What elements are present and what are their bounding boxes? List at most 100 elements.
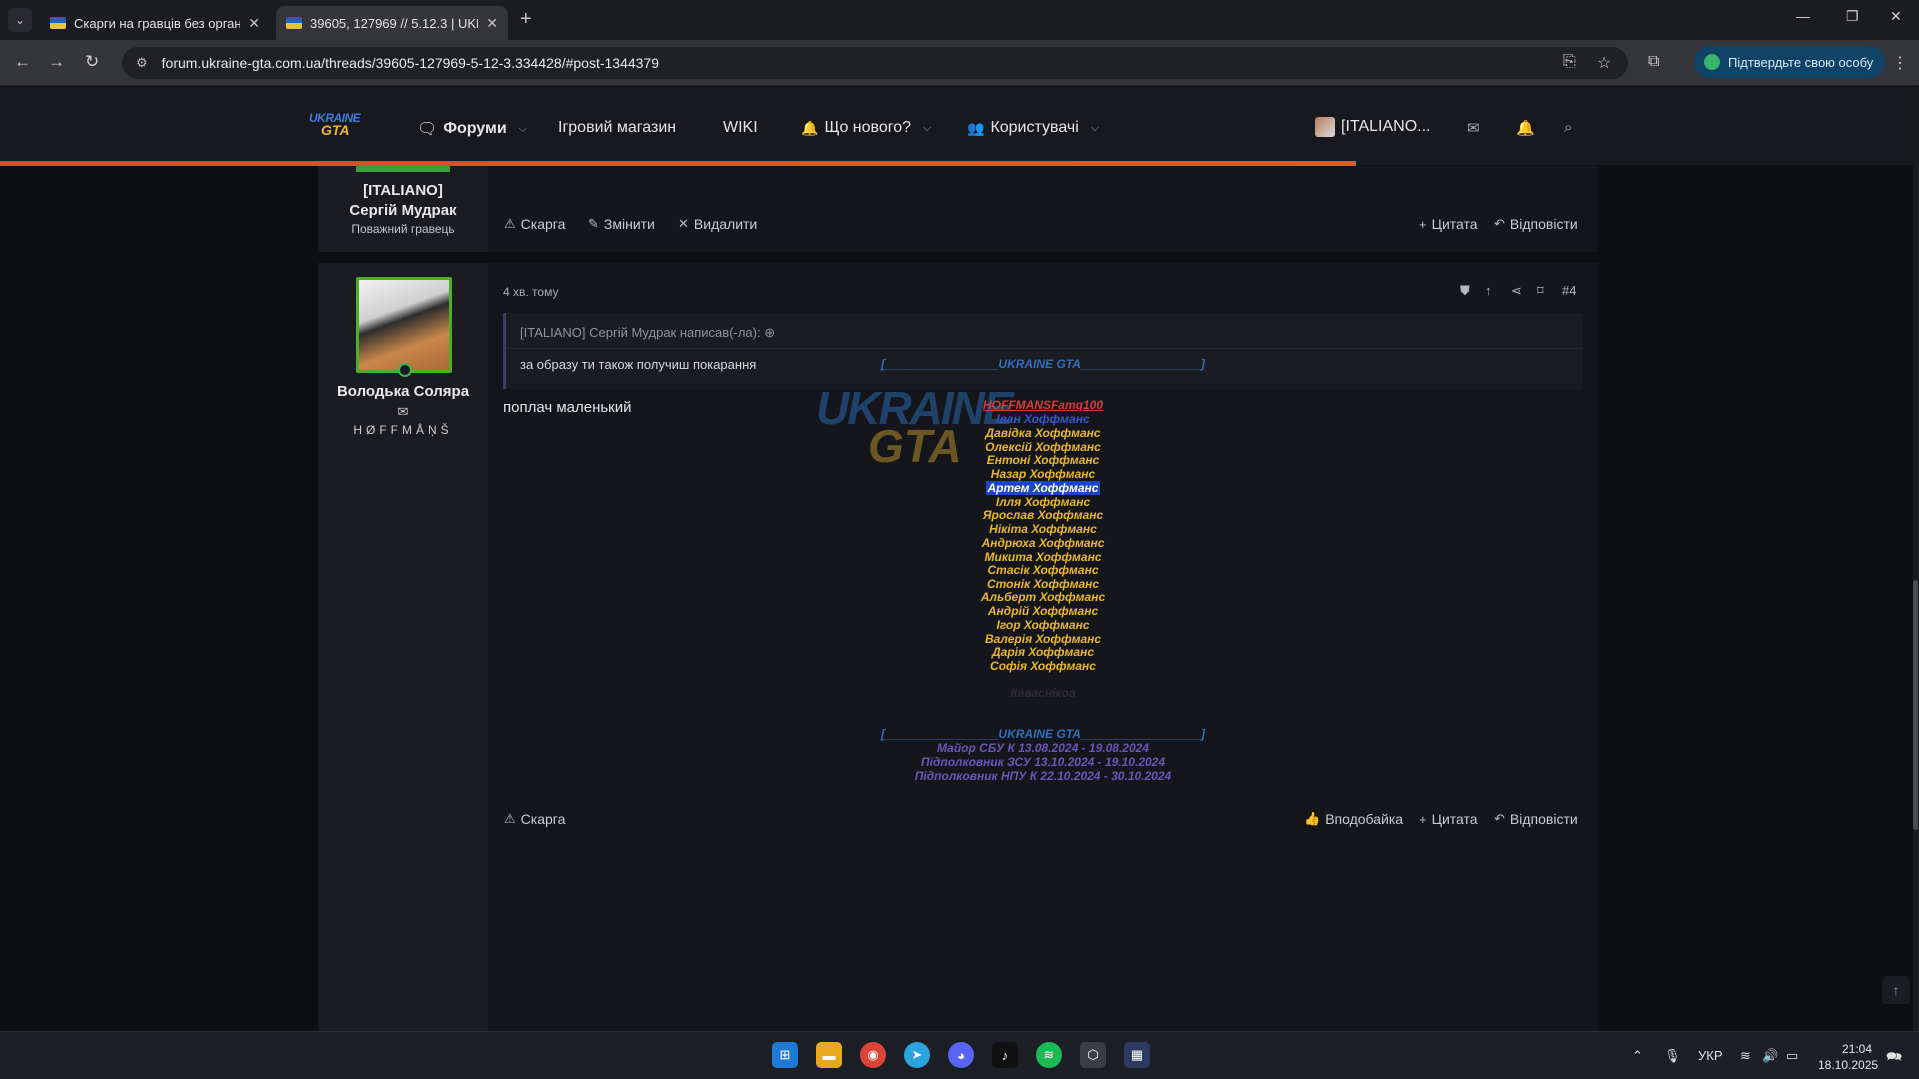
nav-whats-new[interactable]: 🔔 Що нового? ⌵ — [801, 119, 931, 137]
search-icon[interactable]: ⌕ — [1564, 119, 1572, 136]
profile-avatar-icon — [1704, 54, 1720, 70]
quote-button[interactable]: + Цитата — [1419, 216, 1478, 232]
browser-tab-bar: ⌄ Скарги на гравців без органі ✕ 39605, … — [0, 0, 1919, 40]
nav-forums[interactable]: 🗨 Форуми ⌵ — [417, 119, 527, 139]
reaction-shield-icon[interactable]: ⛊ — [1460, 283, 1470, 299]
page-scrollbar-track[interactable] — [1913, 87, 1919, 1031]
discord-icon[interactable]: ◕ — [948, 1042, 974, 1068]
forward-arrow-icon[interactable]: → — [48, 52, 65, 72]
nav-users[interactable]: 👥 Користувачі ⌵ — [967, 119, 1099, 137]
browser-menu-icon[interactable]: ⋮ — [1892, 53, 1908, 73]
envelope-icon[interactable]: ✉ — [318, 404, 488, 420]
chevron-down-icon[interactable]: ⌵ — [923, 122, 931, 135]
signature-member: Ігор Хоффманс — [996, 618, 1090, 632]
extensions-puzzle-icon[interactable]: ⧉ — [1648, 53, 1659, 71]
site-logo[interactable]: UKRAINE GTA — [309, 111, 369, 143]
bookmark-icon[interactable]: ⌑ — [1537, 283, 1544, 299]
warning-icon: ⚠ — [504, 811, 516, 826]
nav-wiki[interactable]: WIKI — [723, 119, 758, 137]
url-text: forum.ukraine-gta.com.ua/threads/39605-1… — [161, 55, 659, 71]
app-hexagon-icon[interactable]: ⬡ — [1080, 1042, 1106, 1068]
system-clock[interactable]: 21:04 18.10.2025 — [1818, 1041, 1878, 1073]
bell-icon: 🔔 — [801, 119, 819, 136]
browser-tab-complaints[interactable]: Скарги на гравців без органі ✕ — [40, 6, 270, 40]
quote-button[interactable]: + Цитата — [1419, 811, 1478, 827]
bookmark-star-icon[interactable]: ☆ — [1597, 53, 1611, 73]
signature-member: Альберт Хоффманс — [980, 590, 1106, 604]
battery-icon[interactable]: ▭ — [1786, 1048, 1798, 1064]
url-bar[interactable]: ⚙ forum.ukraine-gta.com.ua/threads/39605… — [122, 47, 1628, 79]
like-button[interactable]: 👍 Вподобайка — [1304, 811, 1403, 827]
report-button[interactable]: ⚠ Скарга — [504, 811, 565, 827]
signature-member-highlighted: Артем Хоффманс — [985, 481, 1101, 495]
chrome-icon[interactable]: ◉ — [860, 1042, 886, 1068]
quote-header[interactable]: [ITALIANO] Сергій Мудрак написав(-ла): ⊕ — [520, 325, 775, 341]
nav-forums-label: Форуми — [443, 120, 507, 137]
wifi-icon[interactable]: ≋ — [1740, 1048, 1751, 1064]
family-link[interactable]: HOFFMANSFamq100 — [983, 398, 1103, 412]
chevron-down-icon[interactable]: ⌵ — [519, 123, 527, 136]
file-explorer-icon[interactable]: ▬ — [816, 1042, 842, 1068]
upvote-arrow-icon[interactable]: ↑ — [1485, 283, 1492, 298]
author-name-line2[interactable]: Сергій Мудрак — [318, 202, 488, 219]
author-name[interactable]: Володька Соляра — [318, 383, 488, 400]
account-menu[interactable]: [ITALIANO... — [1315, 117, 1431, 137]
close-window-icon[interactable]: ✕ — [1890, 8, 1902, 25]
chat-bubble-icon: 🗨 — [417, 121, 438, 138]
author-name-line1[interactable]: [ITALIANO] — [318, 182, 488, 199]
start-windows-icon[interactable]: ⊞ — [772, 1042, 798, 1068]
browser-tab-active[interactable]: 39605, 127969 // 5.12.3 | UKRA ✕ — [276, 6, 508, 40]
report-button[interactable]: ⚠ Скарга — [504, 216, 565, 232]
post-4: Володька Соляра ✉ HØFFMÅŅŠ 4 хв. тому ⛊ … — [318, 263, 1598, 1031]
signature-member: Андрюха Хоффманс — [981, 536, 1105, 550]
telegram-icon[interactable]: ➤ — [904, 1042, 930, 1068]
nav-shop[interactable]: Ігровий магазин — [558, 119, 676, 137]
chevron-down-icon[interactable]: ⌵ — [1091, 122, 1099, 135]
new-tab-plus-icon[interactable]: + — [520, 8, 532, 31]
close-tab-icon[interactable]: ✕ — [248, 15, 260, 32]
spotify-icon[interactable]: ≋ — [1036, 1042, 1062, 1068]
quote-label: Цитата — [1431, 216, 1478, 232]
avatar[interactable] — [356, 277, 452, 373]
post-number[interactable]: #4 — [1562, 283, 1576, 298]
page-scrollbar-thumb[interactable] — [1913, 580, 1918, 830]
tiktok-icon[interactable]: ♪ — [992, 1042, 1018, 1068]
tab-search-chevron-icon[interactable]: ⌄ — [8, 8, 32, 32]
edit-button[interactable]: ✎ Змінити — [588, 216, 655, 232]
game-launcher-icon[interactable]: ▦ — [1124, 1042, 1150, 1068]
site-info-icon[interactable]: ⚙ — [136, 55, 148, 71]
close-tab-icon[interactable]: ✕ — [486, 15, 498, 32]
microphone-icon[interactable]: 🎙 — [1664, 1048, 1681, 1064]
delete-button[interactable]: ✕ Видалити — [678, 216, 757, 232]
restore-icon[interactable]: ❐ — [1846, 8, 1859, 25]
alerts-bell-icon[interactable]: 🔔 — [1516, 119, 1535, 137]
signature-rank: Підполковник НПУ К 22.10.2024 - 30.10.20… — [914, 769, 1172, 783]
reply-button[interactable]: ↶ Відповісти — [1494, 811, 1578, 827]
install-app-icon[interactable]: ⎘ — [1563, 53, 1576, 71]
inbox-envelope-icon[interactable]: ✉ — [1467, 119, 1480, 137]
share-icon[interactable]: ⋖ — [1511, 283, 1522, 299]
plus-icon: + — [1419, 811, 1427, 827]
reload-icon[interactable]: ↻ — [85, 52, 99, 72]
user-banner: HØFFMÅŅŠ — [353, 423, 453, 437]
volume-icon[interactable]: 🔊 — [1762, 1048, 1778, 1064]
notifications-icon[interactable]: 🗪 — [1886, 1048, 1902, 1070]
signature-hidden-text: Каваснікоа — [1010, 686, 1076, 700]
back-arrow-icon[interactable]: ← — [14, 52, 31, 72]
signature-member: Софія Хоффманс — [990, 659, 1096, 673]
scroll-to-top-arrow-icon[interactable]: ↑ — [1882, 976, 1910, 1004]
input-language[interactable]: УКР — [1698, 1048, 1723, 1063]
reply-button[interactable]: ↶ Відповісти — [1494, 216, 1578, 232]
signature-member: Нікіта Хоффманс — [989, 522, 1097, 536]
clock-time: 21:04 — [1841, 1042, 1872, 1056]
verify-identity-button[interactable]: Підтвердьте свою особу — [1694, 46, 1886, 78]
reply-label: Відповісти — [1509, 216, 1578, 232]
quote-block: [ITALIANO] Сергій Мудрак написав(-ла): ⊕… — [503, 313, 1583, 389]
minimize-icon[interactable]: — — [1796, 8, 1810, 24]
signature-member: Андрій Хоффманс — [987, 604, 1099, 618]
tray-chevron-up-icon[interactable]: ⌃ — [1632, 1048, 1643, 1064]
signature-member: Давідка Хоффманс — [985, 426, 1101, 440]
post-timestamp[interactable]: 4 хв. тому — [503, 285, 558, 299]
nav-users-label: Користувачі — [990, 119, 1079, 136]
arrow-circle-up-icon[interactable]: ⊕ — [764, 325, 775, 340]
